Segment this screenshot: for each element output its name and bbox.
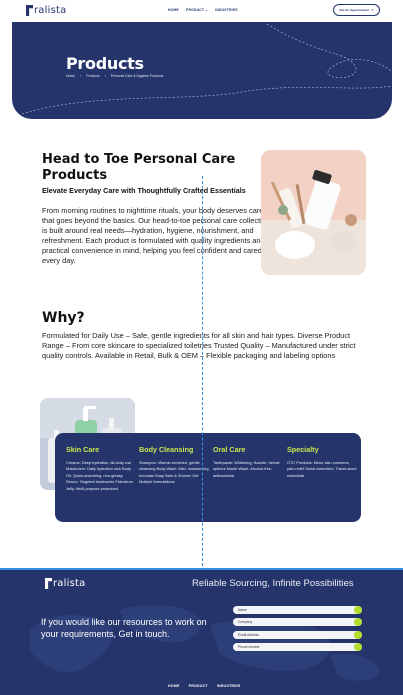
- main-nav: HOME PRODUCT⌄ INDUSTRIES: [168, 8, 238, 12]
- category-title: Oral Care: [213, 445, 246, 454]
- contact-form: Name Company Email Address Phone number: [233, 606, 362, 656]
- footer-logo[interactable]: ralista: [45, 578, 85, 589]
- hero-banner: Products Home › Products › Personal Care…: [12, 22, 392, 119]
- appointment-label: Get An Appointment: [339, 8, 370, 12]
- name-field[interactable]: Name: [233, 606, 362, 614]
- why-heading: Why?: [42, 310, 85, 326]
- intro-heading: Head to Toe Personal Care Products: [42, 152, 236, 183]
- breadcrumb: Home › Products › Personal Care & Hygien…: [66, 74, 163, 78]
- category-title: Specialty: [287, 445, 319, 454]
- breadcrumb-current: Personal Care & Hygiene Products: [110, 74, 164, 78]
- nav-industries[interactable]: INDUSTRIES: [215, 8, 238, 12]
- footer-tagline: Reliable Sourcing, Infinite Possibilitie…: [192, 578, 354, 589]
- category-oral-care: Oral Care Toothpaste: Whitening, fluorid…: [213, 445, 283, 479]
- category-text: Creams: Deep hydration, all-body use Moi…: [66, 460, 133, 491]
- page-title: Products: [66, 54, 144, 73]
- name-placeholder: Name: [238, 608, 247, 612]
- category-text: Toothpaste: Whitening, fluoride, herbal …: [213, 460, 280, 478]
- category-title: Body Cleansing: [139, 445, 194, 454]
- breadcrumb-home[interactable]: Home: [66, 74, 75, 78]
- phone-placeholder: Phone number: [238, 645, 260, 650]
- nav-product-label: PRODUCT: [185, 8, 205, 12]
- category-specialty: Specialty OTC Products: Minor skin conce…: [287, 445, 357, 479]
- arrow-up-right-icon: ↗: [371, 8, 374, 12]
- footer-nav: HOME PRODUCT INDUSTRIES: [168, 684, 241, 688]
- category-body-cleansing: Body Cleansing Shampoo: Vitamin-enriched…: [139, 445, 209, 486]
- breadcrumb-separator: ›: [104, 74, 106, 78]
- footer-nav-product[interactable]: PRODUCT: [189, 684, 208, 688]
- brand-logo[interactable]: ralista: [26, 5, 66, 16]
- email-placeholder: Email Address: [238, 632, 260, 637]
- site-footer: ralista Reliable Sourcing, Infinite Poss…: [0, 568, 403, 695]
- breadcrumb-products[interactable]: Products: [86, 74, 99, 78]
- footer-nav-home[interactable]: HOME: [168, 684, 180, 688]
- nav-home[interactable]: HOME: [168, 8, 179, 12]
- submit-dot-icon[interactable]: [354, 643, 362, 652]
- chevron-down-icon: ⌄: [205, 8, 209, 12]
- submit-dot-icon[interactable]: [354, 630, 362, 639]
- logo-text: ralista: [34, 5, 67, 16]
- category-title: Skin Care: [66, 445, 100, 454]
- company-placeholder: Company: [238, 620, 253, 625]
- personal-care-products-photo: [261, 150, 366, 275]
- category-text: Shampoo: Vitamin-enriched, gentle cleans…: [139, 460, 209, 485]
- logo-mark-icon: [26, 5, 33, 16]
- company-field[interactable]: Company: [233, 618, 362, 627]
- footer-nav-industries[interactable]: INDUSTRIES: [217, 684, 241, 688]
- email-field[interactable]: Email Address: [233, 630, 362, 639]
- appointment-button[interactable]: Get An Appointment ↗: [333, 4, 380, 16]
- nav-product[interactable]: PRODUCT⌄: [186, 8, 208, 12]
- intro-subtitle: Elevate Everyday Care with Thoughtfully …: [42, 186, 246, 195]
- dashed-divider: [202, 176, 203, 571]
- phone-field[interactable]: Phone number: [233, 643, 362, 652]
- submit-dot-icon[interactable]: [354, 606, 362, 614]
- site-header: ralista HOME PRODUCT⌄ INDUSTRIES Get An …: [0, 0, 403, 22]
- footer-logo-text: ralista: [53, 578, 86, 589]
- category-text: OTC Products: Minor skin concerns, pain …: [287, 460, 357, 478]
- contact-cta: If you would like our resources to work …: [41, 617, 207, 639]
- intro-body: From morning routines to nighttime ritua…: [42, 206, 275, 265]
- logo-mark-icon: [45, 578, 52, 589]
- breadcrumb-separator: ›: [80, 74, 82, 78]
- category-skin-care: Skin Care Creams: Deep hydration, all-bo…: [66, 445, 136, 492]
- submit-dot-icon[interactable]: [354, 618, 362, 627]
